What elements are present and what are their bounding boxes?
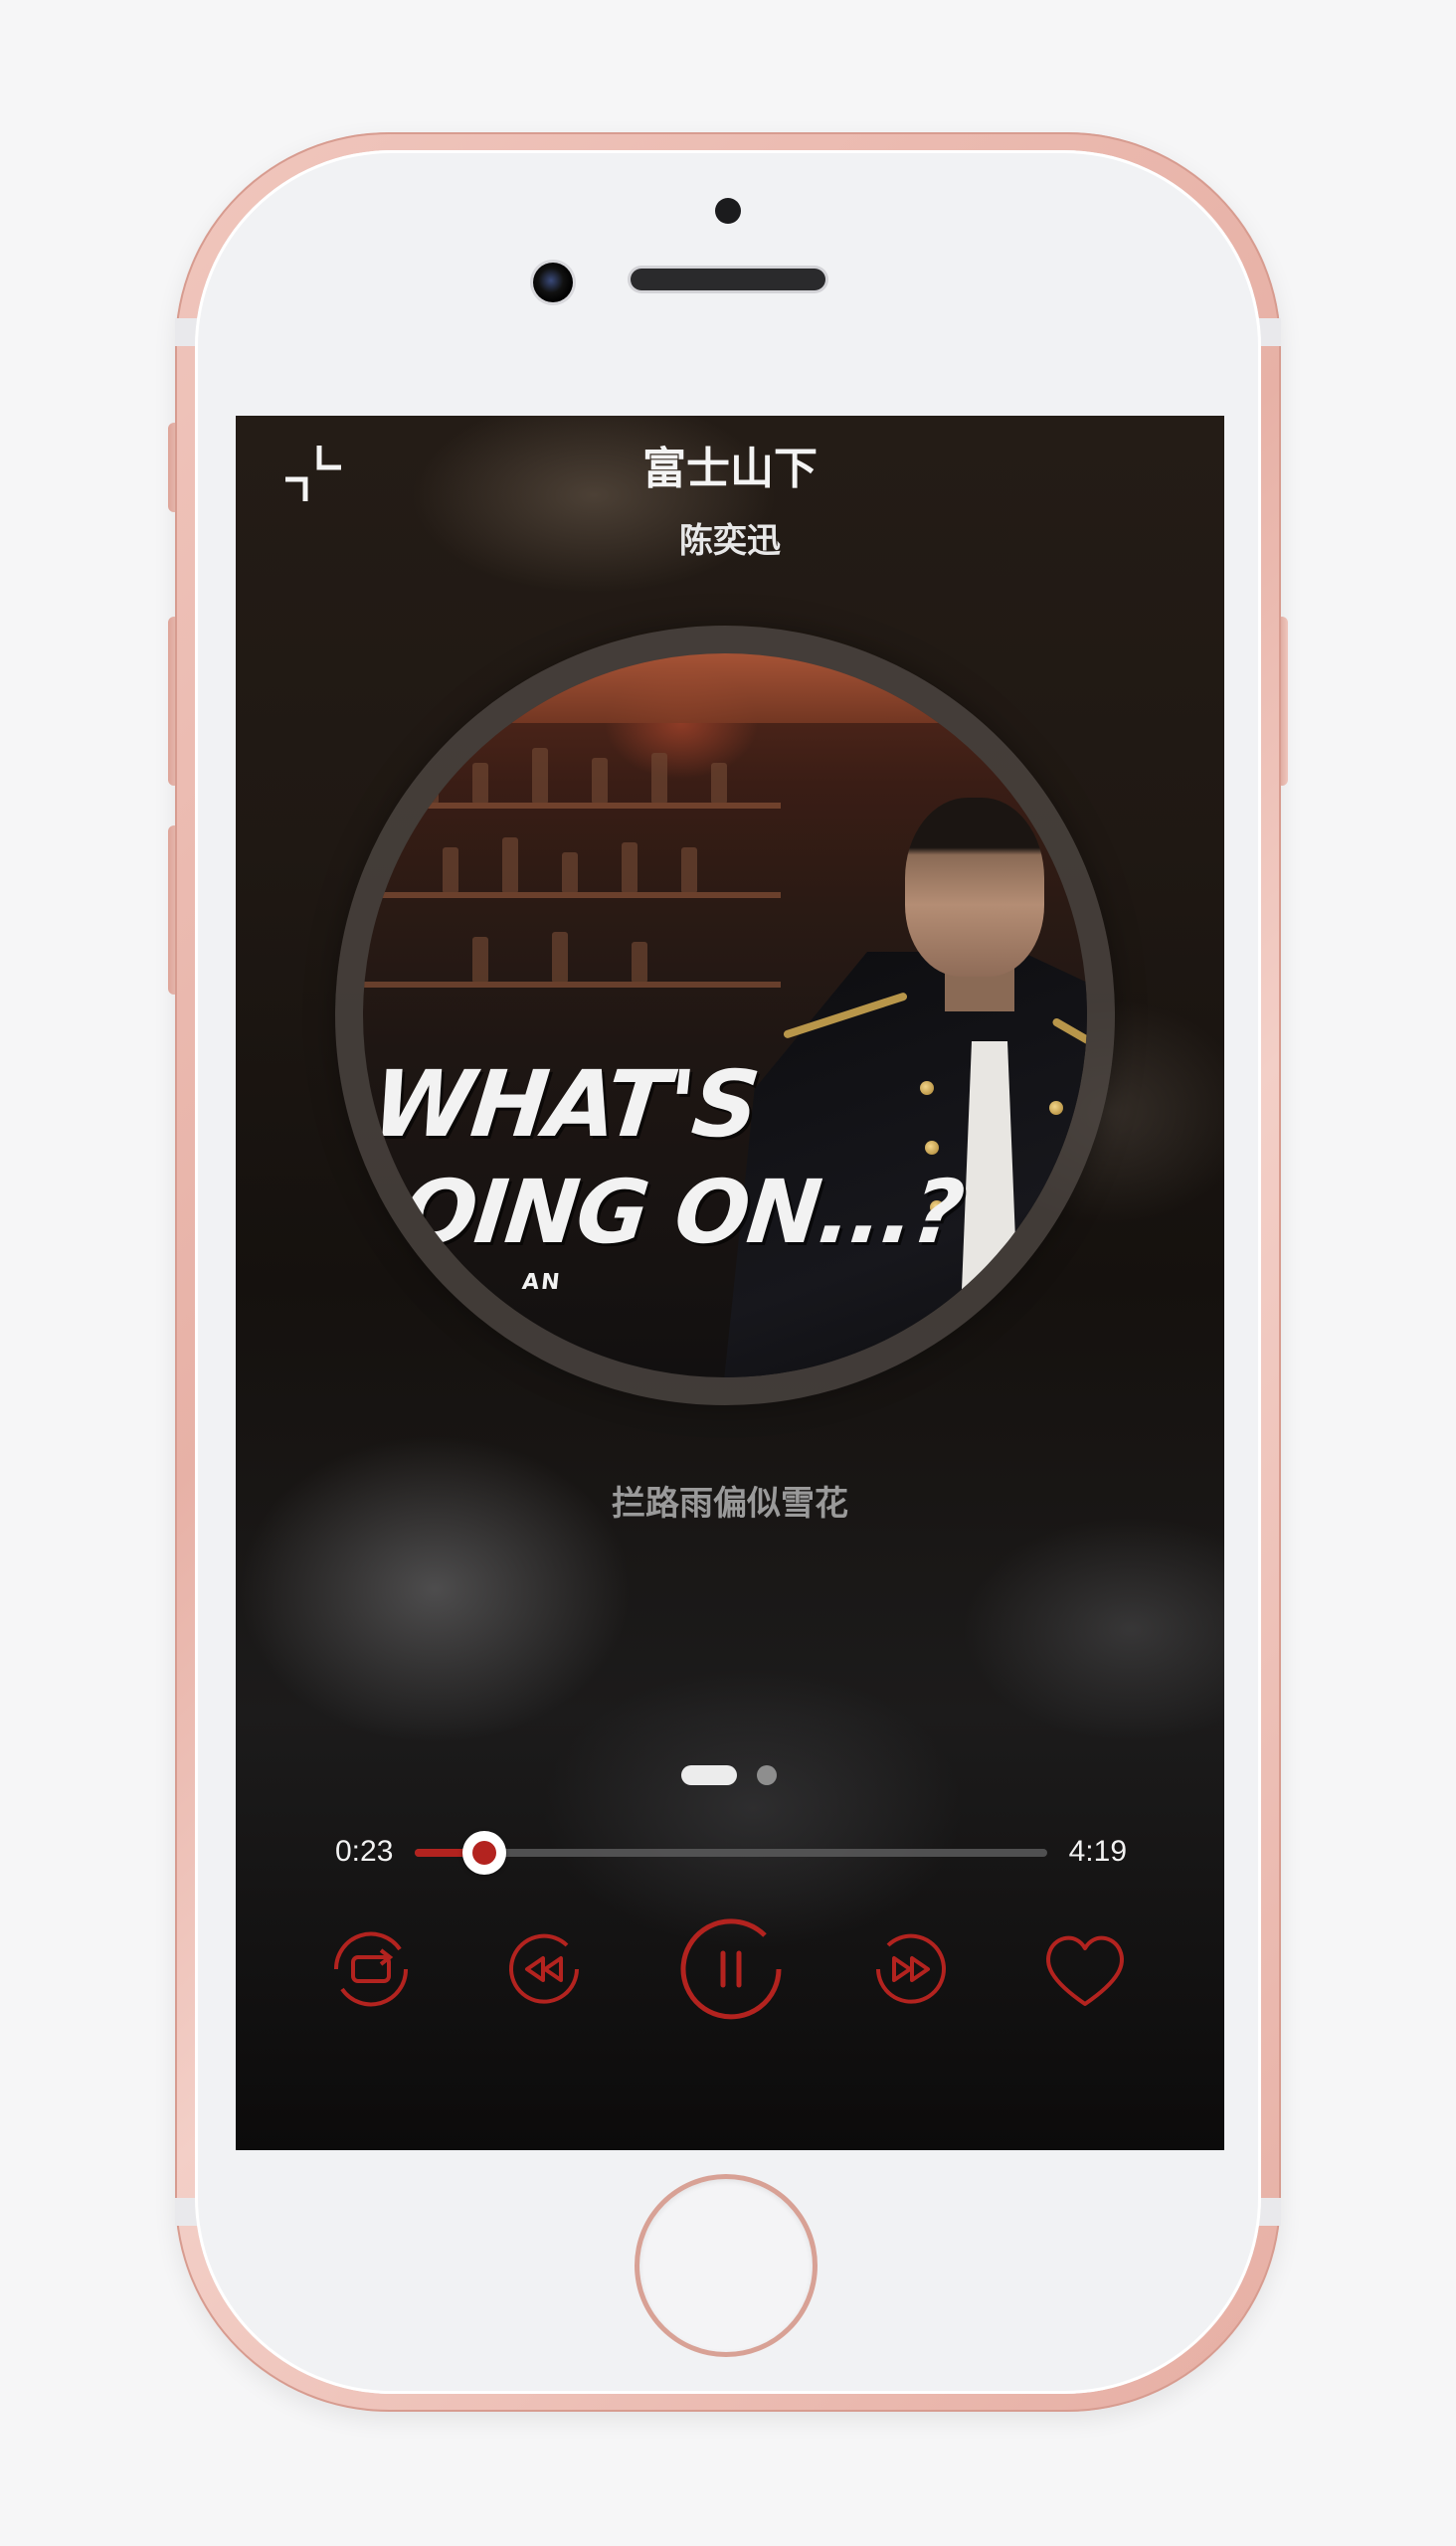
album-art-text-line1: WHAT'S (367, 1051, 763, 1158)
page-dot-active[interactable] (681, 1765, 737, 1785)
rewind-button[interactable] (503, 1928, 585, 2010)
album-art-shelf (363, 892, 781, 898)
album-art-text-small: AN (520, 1270, 563, 1295)
like-button[interactable] (1042, 1928, 1128, 2010)
earpiece-speaker (631, 269, 825, 290)
album-art-shelf (363, 982, 781, 988)
album-art-button (920, 1081, 934, 1095)
album-art-button (925, 1141, 939, 1155)
album-art-bottle (632, 942, 647, 982)
album-cover: WHAT'S OING ON...? AN (363, 653, 1087, 1377)
pause-button[interactable] (675, 1913, 787, 2025)
album-art-bottle (711, 763, 727, 803)
rewind-icon (509, 1933, 579, 2004)
antenna-band-bottom-left (175, 2198, 197, 2226)
pause-icon (680, 1918, 782, 2020)
album-art-bottle (681, 847, 697, 892)
album-art-head (905, 798, 1044, 977)
album-art-signboard (512, 653, 950, 723)
album-art-bottle (423, 753, 439, 803)
album-art-bottle (622, 842, 637, 892)
repeat-button[interactable] (326, 1924, 416, 2014)
page-dot[interactable] (757, 1765, 777, 1785)
page-indicator (681, 1765, 801, 1785)
fast-forward-button[interactable] (870, 1928, 952, 2010)
proximity-sensor (715, 198, 741, 224)
album-art-bottle (592, 758, 608, 803)
progress-thumb[interactable] (461, 1831, 506, 1875)
album-art-bottle (562, 852, 578, 892)
album-art-bottle (532, 748, 548, 803)
home-button[interactable] (639, 2179, 813, 2352)
album-art-shelf (363, 803, 781, 809)
heart-icon (1045, 1935, 1125, 2006)
progress-slider[interactable] (415, 1831, 1047, 1875)
album-art-text-line2: OING ON...? (397, 1161, 968, 1263)
antenna-band-top-right (1259, 318, 1281, 346)
artist-name[interactable]: 陈奕迅 (236, 519, 1224, 563)
album-art-bottle (443, 847, 458, 892)
repeat-icon (333, 1931, 409, 2007)
album-art-bottle (651, 753, 667, 803)
elapsed-time: 0:23 (335, 1835, 394, 1868)
player-screen: 富士山下 陈奕迅 WHAT'S OING ON...? AN 拦路雨偏似雪花 0… (236, 416, 1224, 2150)
antenna-band-top-left (175, 318, 197, 346)
album-art-button (1054, 1171, 1068, 1184)
fast-forward-icon (876, 1933, 946, 2004)
total-duration: 4:19 (1068, 1835, 1127, 1868)
mockup-stage: 富士山下 陈奕迅 WHAT'S OING ON...? AN 拦路雨偏似雪花 0… (0, 0, 1456, 2546)
album-art-bottle (472, 937, 488, 982)
antenna-band-bottom-right (1259, 2198, 1281, 2226)
current-lyric[interactable]: 拦路雨偏似雪花 (236, 1482, 1224, 1526)
album-art-bottle (552, 932, 568, 982)
album-art-button (1049, 1101, 1063, 1115)
song-title: 富士山下 (642, 444, 818, 494)
front-camera (533, 263, 573, 302)
album-art-bottle (472, 763, 488, 803)
album-art-bottle (502, 837, 518, 892)
